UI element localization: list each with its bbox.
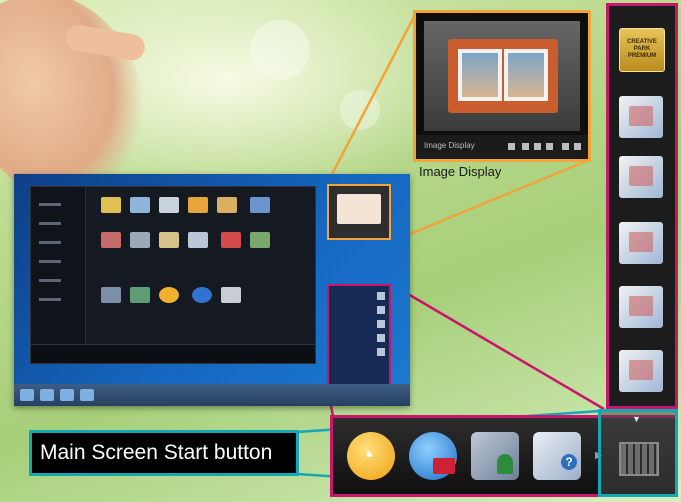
- app-tile[interactable]: [130, 197, 150, 213]
- photo-print-tile[interactable]: [619, 350, 663, 392]
- photo-edit-tile[interactable]: [619, 156, 663, 198]
- up-arrow-icon: ▼: [632, 414, 641, 424]
- launcher-app-grid: [101, 197, 301, 322]
- launcher-sidebar: [31, 187, 86, 363]
- previous-icon[interactable]: [522, 143, 529, 150]
- windows-taskbar: [14, 384, 410, 406]
- main-screen-start-button[interactable]: ▼: [598, 409, 678, 497]
- app-tile[interactable]: [221, 232, 242, 248]
- help-icon[interactable]: [533, 432, 581, 480]
- creative-park-premium-tile[interactable]: CREATIVE PARK PREMIUM: [619, 28, 665, 72]
- pause-icon[interactable]: [534, 143, 541, 150]
- web-globe-cart-icon[interactable]: [409, 432, 457, 480]
- launcher-dock-thumbnail[interactable]: [327, 284, 391, 386]
- app-tile[interactable]: [250, 197, 271, 213]
- app-tile[interactable]: [188, 232, 208, 248]
- wifi-icon[interactable]: [347, 432, 395, 480]
- photo-album-tile[interactable]: [619, 286, 663, 328]
- app-tile[interactable]: [101, 287, 121, 303]
- launcher-status-bar: [31, 344, 315, 363]
- photo-frame: [448, 39, 558, 113]
- image-display-screen: [424, 21, 580, 131]
- app-tile[interactable]: [221, 287, 242, 303]
- app-tile[interactable]: [159, 287, 179, 303]
- settings-icon[interactable]: [562, 143, 569, 150]
- main-screen-start-callout: Main Screen Start button: [29, 430, 299, 476]
- app-tile[interactable]: [192, 287, 213, 303]
- app-tile[interactable]: [130, 232, 150, 248]
- photo: [504, 49, 548, 101]
- start-grid-icon: [619, 442, 659, 476]
- app-tile[interactable]: [217, 197, 237, 213]
- photo-collage-tile[interactable]: [619, 96, 663, 138]
- image-display-controls: Image Display: [416, 135, 588, 159]
- app-tile[interactable]: [159, 197, 179, 213]
- app-tile[interactable]: [159, 232, 179, 248]
- app-tile[interactable]: [130, 287, 150, 303]
- app-tile[interactable]: [101, 197, 121, 213]
- launcher-sidebar-panel: CREATIVE PARK PREMIUM: [606, 3, 678, 409]
- photo-layout-tile[interactable]: [619, 222, 663, 264]
- image-display-bar-title: Image Display: [424, 141, 475, 150]
- image-display-label: Image Display: [419, 164, 502, 179]
- app-tile[interactable]: [250, 232, 271, 248]
- app-tile[interactable]: [188, 197, 208, 213]
- close-icon[interactable]: [574, 143, 581, 150]
- app-tile[interactable]: [101, 232, 121, 248]
- image-display-thumbnail[interactable]: [327, 184, 391, 240]
- creative-park-label: CREATIVE PARK PREMIUM: [627, 39, 657, 59]
- bokeh-light: [250, 20, 310, 80]
- launcher-window: [30, 186, 316, 364]
- bokeh-light: [340, 90, 380, 130]
- next-icon[interactable]: [546, 143, 553, 150]
- desktop-screenshot: [14, 174, 410, 406]
- photo: [458, 49, 502, 101]
- image-display-panel[interactable]: Image Display: [413, 10, 591, 162]
- photo-share-icon[interactable]: [471, 432, 519, 480]
- view-icon[interactable]: [508, 143, 515, 150]
